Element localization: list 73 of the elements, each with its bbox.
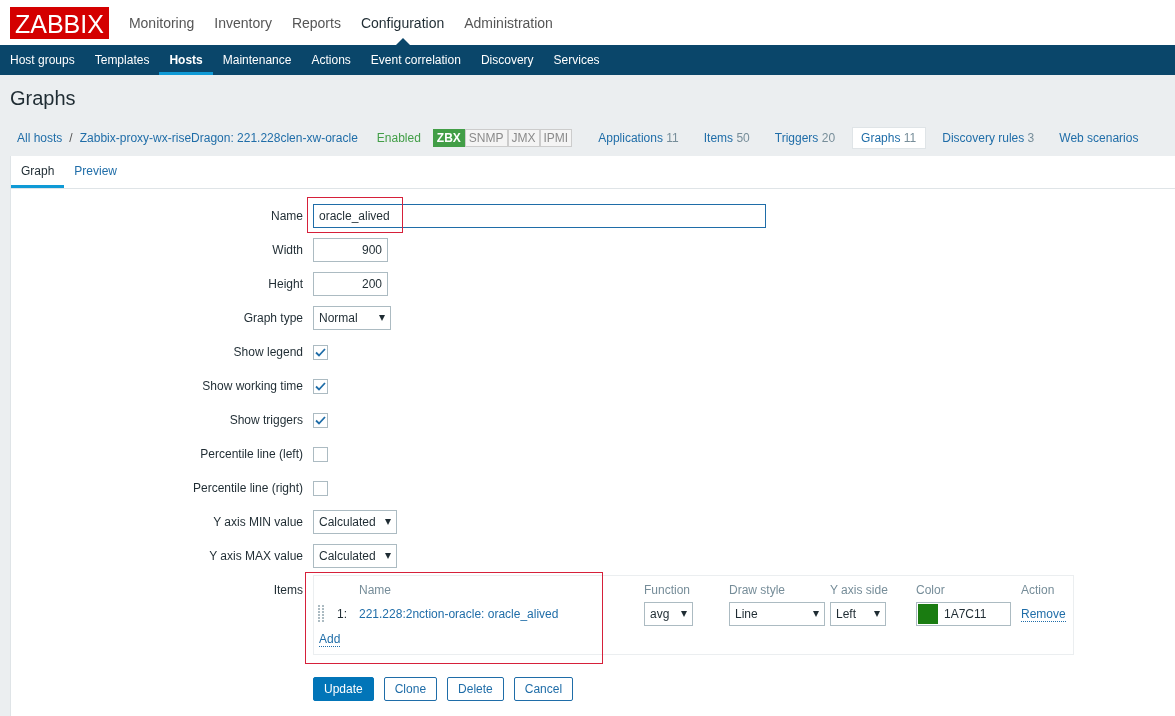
form-button[interactable]: Update: [313, 677, 374, 701]
breadcrumb-separator: /: [69, 131, 73, 145]
select-dropdown[interactable]: Line: [729, 602, 825, 626]
select-dropdown[interactable]: Normal: [313, 306, 391, 330]
column-header: Name: [359, 582, 392, 599]
drag-handle-icon[interactable]: [318, 605, 325, 623]
availability-badge: JMX: [507, 129, 540, 147]
field-label: Name: [270, 208, 303, 225]
main-menu-item[interactable]: Reports: [281, 0, 351, 45]
sub-menu-item[interactable]: Actions: [301, 45, 361, 75]
form-button[interactable]: Clone: [383, 677, 438, 701]
availability-badge: IPMI: [539, 129, 573, 147]
field-label: Height: [267, 276, 303, 293]
field-label: Y axis MIN value: [212, 514, 303, 531]
host-tab-link[interactable]: Graphs 11: [852, 127, 927, 149]
sub-menu-item[interactable]: Discovery: [470, 45, 544, 75]
field-label: Graph type: [242, 310, 303, 327]
color-swatch[interactable]: [918, 604, 938, 624]
color-field[interactable]: 1A7C11: [916, 602, 1011, 626]
form-tab[interactable]: Preview: [64, 156, 128, 188]
field-label: Percentile line (right): [191, 480, 303, 497]
sub-menu-item[interactable]: Services: [543, 45, 610, 75]
host-tab-link[interactable]: Web scenarios: [1051, 128, 1148, 148]
checkbox[interactable]: [313, 378, 328, 394]
column-header: Y axis side: [830, 582, 889, 599]
field-label: Y axis MAX value: [208, 548, 303, 565]
host-tab-link[interactable]: Applications 11: [590, 128, 688, 148]
field-label: Show working time: [201, 378, 303, 395]
main-menu-item[interactable]: Inventory: [204, 0, 282, 45]
logo[interactable]: ZABBIX: [10, 6, 109, 39]
name-field[interactable]: oracle_alived: [313, 204, 766, 228]
availability-badge: ZBX: [432, 129, 465, 147]
host-tab-link[interactable]: Items 50: [695, 128, 759, 148]
field-label: Items: [272, 582, 303, 599]
sub-menu-item[interactable]: Event correlation: [360, 45, 471, 75]
checkbox[interactable]: [313, 412, 328, 428]
add-link[interactable]: Add: [319, 632, 341, 647]
number-field[interactable]: 200: [313, 272, 388, 296]
field-label: Show triggers: [228, 412, 303, 429]
column-header: Draw style: [729, 582, 786, 599]
select-dropdown[interactable]: Left: [830, 602, 886, 626]
field-label: Percentile line (left): [199, 446, 303, 463]
checkbox[interactable]: [313, 446, 328, 462]
sub-menu-item[interactable]: Maintenance: [212, 45, 302, 75]
page-title: Graphs: [10, 86, 77, 111]
row-number: 1:: [337, 607, 347, 621]
host-tab-link[interactable]: Discovery rules 3: [934, 128, 1044, 148]
sub-menu-item[interactable]: Hosts: [159, 45, 213, 75]
sub-menu-item[interactable]: Host groups: [0, 45, 85, 75]
number-field[interactable]: 900: [313, 238, 388, 262]
item-link[interactable]: 221.228:2nction-oracle: oracle_alived: [359, 607, 644, 621]
column-header: Color: [916, 582, 946, 599]
field-label: Width: [271, 242, 303, 259]
checkbox[interactable]: [313, 344, 328, 360]
select-dropdown[interactable]: avg: [644, 602, 693, 626]
form-button[interactable]: Delete: [447, 677, 504, 701]
sub-menu-item[interactable]: Templates: [84, 45, 160, 75]
availability-badge: SNMP: [464, 129, 508, 147]
form-button[interactable]: Cancel: [513, 677, 574, 701]
status-label: Enabled: [376, 131, 421, 145]
breadcrumb-link[interactable]: Zabbix-proxy-wx-riseDragon: 221.228clen-xw-oracle: [79, 131, 358, 145]
select-dropdown[interactable]: Calculated: [313, 510, 397, 534]
checkbox[interactable]: [313, 480, 328, 496]
host-tab-link[interactable]: Triggers 20: [766, 128, 845, 148]
column-header: Function: [644, 582, 692, 599]
main-menu-item[interactable]: Monitoring: [118, 0, 205, 45]
breadcrumb-link[interactable]: All hosts: [17, 131, 63, 145]
main-menu-item[interactable]: Administration: [454, 0, 563, 45]
column-header: Action: [1021, 582, 1056, 599]
select-dropdown[interactable]: Calculated: [313, 544, 397, 568]
field-label: Show legend: [232, 344, 303, 361]
form-tab[interactable]: Graph: [11, 156, 65, 188]
remove-link[interactable]: Remove: [1021, 606, 1066, 622]
